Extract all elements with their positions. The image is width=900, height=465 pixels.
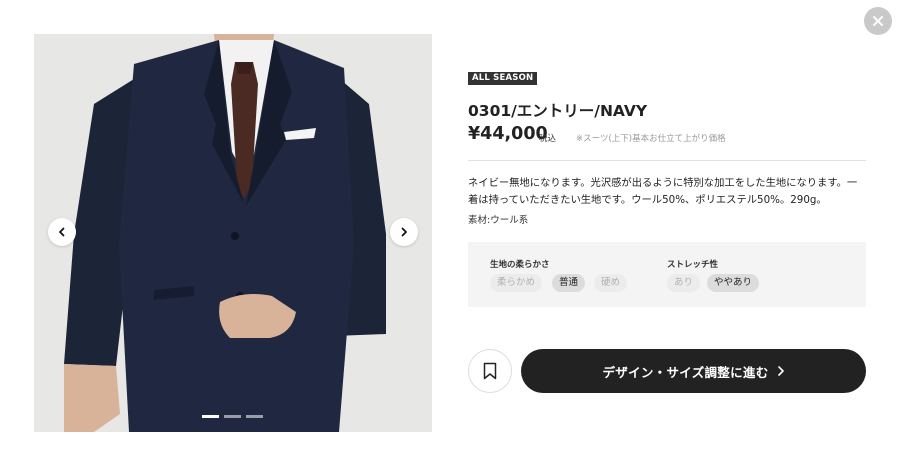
bookmark-button[interactable] <box>468 349 512 393</box>
stretch-option-slight: ややあり <box>707 274 760 292</box>
product-gallery <box>34 34 432 432</box>
softness-option-hard: 硬め <box>594 274 628 292</box>
chevron-right-icon <box>777 366 784 376</box>
product-price: ¥44,000 <box>468 124 548 144</box>
chevron-left-icon <box>59 227 65 237</box>
chevron-right-icon <box>401 227 407 237</box>
material-label: 素材:ウール系 <box>468 215 529 226</box>
close-icon <box>873 16 883 26</box>
stretch-title: ストレッチ性 <box>667 260 719 270</box>
gallery-dot[interactable] <box>224 415 241 418</box>
proceed-design-size-button[interactable]: デザイン・サイズ調整に進む <box>521 349 866 393</box>
gallery-pagination <box>202 415 263 418</box>
gallery-dot[interactable] <box>202 415 219 418</box>
divider <box>468 160 866 161</box>
cta-label: デザイン・サイズ調整に進む <box>602 364 769 380</box>
season-badge: ALL SEASON <box>468 72 538 85</box>
stretch-option-yes: あり <box>667 274 701 292</box>
next-image-button[interactable] <box>390 218 418 246</box>
product-photo <box>34 34 432 432</box>
close-button[interactable] <box>864 7 892 35</box>
prev-image-button[interactable] <box>48 218 76 246</box>
bookmark-icon <box>483 362 497 380</box>
softness-option-soft: 柔らかめ <box>490 274 543 292</box>
softness-option-normal: 普通 <box>552 274 586 292</box>
product-name: 0301/エントリー/NAVY <box>468 102 648 120</box>
gallery-dot[interactable] <box>246 415 263 418</box>
softness-title: 生地の柔らかさ <box>490 260 550 270</box>
price-note: ※スーツ(上下)基本お仕立て上がり価格 <box>576 134 726 144</box>
product-description: ネイビー無地になります。光沢感が出るように特別な加工をした生地になります。一着は… <box>468 177 858 206</box>
tax-label: 税込 <box>539 134 557 144</box>
